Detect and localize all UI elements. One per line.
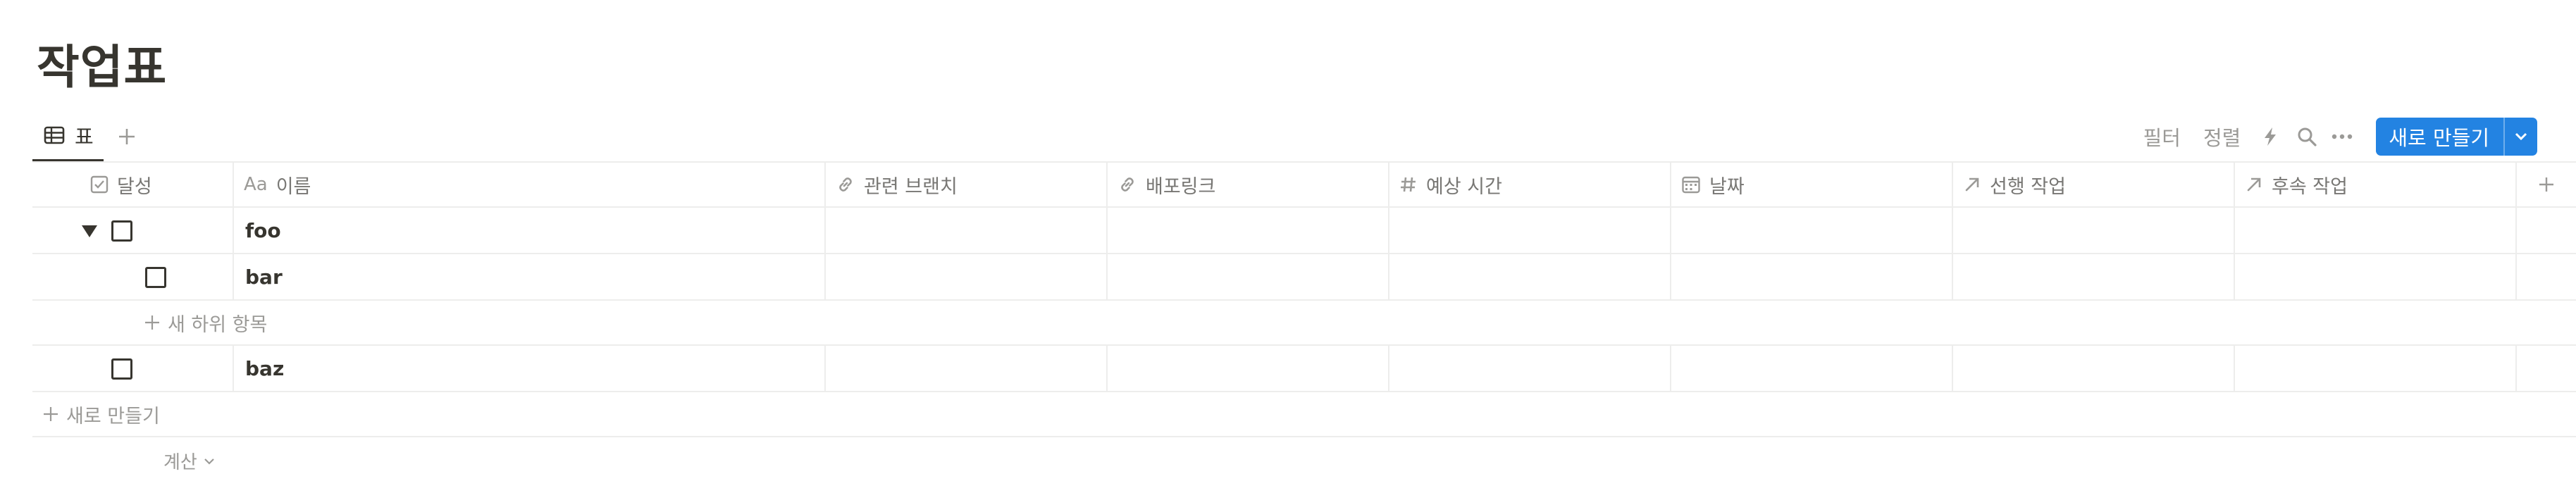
table-header-row: 달성 Aa 이름 관련 브랜치 배포링크 예상 시간 날짜 선행 작업 후속 작… bbox=[32, 161, 2576, 208]
automation-button[interactable] bbox=[2255, 121, 2286, 152]
column-header-label: 달성 bbox=[117, 175, 152, 198]
name-cell[interactable]: baz bbox=[233, 346, 824, 391]
sort-button[interactable]: 정렬 bbox=[2203, 122, 2241, 151]
table-row[interactable]: foo bbox=[32, 208, 2576, 254]
new-subitem-button[interactable]: 새 하위 항목 bbox=[144, 301, 267, 344]
new-button-group: 새로 만들기 bbox=[2376, 118, 2537, 156]
chevron-down-icon bbox=[203, 457, 216, 465]
view-toolbar: 필터 정렬 새로 만들기 bbox=[2143, 111, 2537, 162]
new-row-label: 새로 만들기 bbox=[66, 405, 160, 427]
chevron-down-icon bbox=[2514, 132, 2528, 142]
new-button-dropdown[interactable] bbox=[2503, 118, 2537, 156]
relation-arrow-icon bbox=[2245, 175, 2263, 194]
deploy-link-cell[interactable] bbox=[1106, 346, 1388, 391]
column-header-label: 관련 브랜치 bbox=[864, 175, 958, 198]
database-table: 달성 Aa 이름 관련 브랜치 배포링크 예상 시간 날짜 선행 작업 후속 작… bbox=[32, 161, 2576, 437]
tab-table-view[interactable]: 표 bbox=[32, 111, 104, 162]
deploy-link-cell[interactable] bbox=[1106, 208, 1388, 253]
search-button[interactable] bbox=[2291, 121, 2322, 152]
predecessor-cell[interactable] bbox=[1952, 346, 2234, 391]
plus-icon bbox=[117, 127, 137, 146]
row-name: baz bbox=[245, 356, 285, 380]
column-header-label: 예상 시간 bbox=[1426, 175, 1502, 198]
table-row[interactable]: baz bbox=[32, 346, 2576, 392]
column-header-deploy-link[interactable]: 배포링크 bbox=[1106, 163, 1388, 206]
column-header-label: 이름 bbox=[275, 175, 311, 198]
calculate-button[interactable]: 계산 bbox=[163, 448, 216, 474]
date-cell[interactable] bbox=[1670, 208, 1952, 253]
related-branch-cell[interactable] bbox=[824, 254, 1106, 299]
new-row: 새로 만들기 bbox=[32, 392, 2576, 437]
column-header-predecessor[interactable]: 선행 작업 bbox=[1952, 163, 2234, 206]
link-icon bbox=[836, 175, 855, 194]
predecessor-cell[interactable] bbox=[1952, 208, 2234, 253]
link-icon bbox=[1117, 175, 1137, 194]
plus-icon bbox=[144, 314, 161, 331]
date-cell[interactable] bbox=[1670, 254, 1952, 299]
estimated-time-cell[interactable] bbox=[1388, 254, 1670, 299]
column-header-successor[interactable]: 후속 작업 bbox=[2234, 163, 2515, 206]
calendar-icon bbox=[1681, 175, 1701, 194]
checkbox-icon bbox=[90, 175, 109, 194]
successor-cell[interactable] bbox=[2234, 254, 2515, 299]
plus-icon bbox=[2537, 175, 2556, 194]
done-checkbox[interactable] bbox=[145, 267, 166, 288]
new-row-button[interactable]: 새로 만들기 bbox=[42, 392, 160, 436]
filter-button[interactable]: 필터 bbox=[2143, 122, 2181, 151]
toggle-expand-icon[interactable] bbox=[82, 225, 97, 237]
text-aa-icon: Aa bbox=[244, 174, 268, 195]
new-subitem-row: 새 하위 항목 bbox=[32, 301, 2576, 346]
relation-arrow-icon bbox=[1963, 175, 1981, 194]
table-icon bbox=[44, 125, 65, 146]
view-bar: 표 필터 정렬 새로 만들기 bbox=[32, 111, 2576, 162]
column-header-done[interactable]: 달성 bbox=[32, 163, 233, 206]
successor-cell[interactable] bbox=[2234, 208, 2515, 253]
done-checkbox[interactable] bbox=[111, 358, 132, 380]
column-header-name[interactable]: Aa 이름 bbox=[233, 163, 824, 206]
plus-icon bbox=[42, 406, 59, 423]
more-options-button[interactable] bbox=[2327, 121, 2358, 152]
deploy-link-cell[interactable] bbox=[1106, 254, 1388, 299]
column-header-label: 선행 작업 bbox=[1990, 175, 2066, 198]
new-subitem-label: 새 하위 항목 bbox=[168, 313, 268, 336]
related-branch-cell[interactable] bbox=[824, 346, 1106, 391]
column-header-label: 배포링크 bbox=[1146, 175, 1216, 198]
done-checkbox[interactable] bbox=[111, 220, 132, 242]
add-view-button[interactable] bbox=[111, 121, 142, 152]
hash-icon bbox=[1399, 175, 1418, 194]
table-row[interactable]: bar bbox=[32, 254, 2576, 301]
row-name: bar bbox=[245, 265, 283, 289]
column-header-estimated-time[interactable]: 예상 시간 bbox=[1388, 163, 1670, 206]
page-title: 작업표 bbox=[37, 40, 168, 94]
empty-cell bbox=[2515, 346, 2576, 391]
name-cell[interactable]: foo bbox=[233, 208, 824, 253]
successor-cell[interactable] bbox=[2234, 346, 2515, 391]
new-button[interactable]: 새로 만들기 bbox=[2376, 118, 2503, 156]
column-header-label: 후속 작업 bbox=[2272, 175, 2348, 198]
date-cell[interactable] bbox=[1670, 346, 1952, 391]
estimated-time-cell[interactable] bbox=[1388, 346, 1670, 391]
tab-table-label: 표 bbox=[75, 125, 94, 149]
empty-cell bbox=[2515, 254, 2576, 299]
row-name: foo bbox=[245, 218, 281, 242]
column-header-label: 날짜 bbox=[1709, 175, 1745, 198]
column-header-date[interactable]: 날짜 bbox=[1670, 163, 1952, 206]
related-branch-cell[interactable] bbox=[824, 208, 1106, 253]
column-header-related-branch[interactable]: 관련 브랜치 bbox=[824, 163, 1106, 206]
add-property-button[interactable] bbox=[2515, 163, 2576, 206]
lightning-icon bbox=[2262, 126, 2279, 147]
empty-cell bbox=[2515, 208, 2576, 253]
predecessor-cell[interactable] bbox=[1952, 254, 2234, 299]
calculate-label: 계산 bbox=[163, 452, 197, 473]
name-cell[interactable]: bar bbox=[233, 254, 824, 299]
search-icon bbox=[2296, 126, 2317, 147]
page: 작업표 표 필터 정렬 새로 만들기 달성 Aa 이름 관련 브랜치 배포링크 … bbox=[0, 0, 2576, 500]
more-horizontal-icon bbox=[2332, 133, 2353, 140]
estimated-time-cell[interactable] bbox=[1388, 208, 1670, 253]
